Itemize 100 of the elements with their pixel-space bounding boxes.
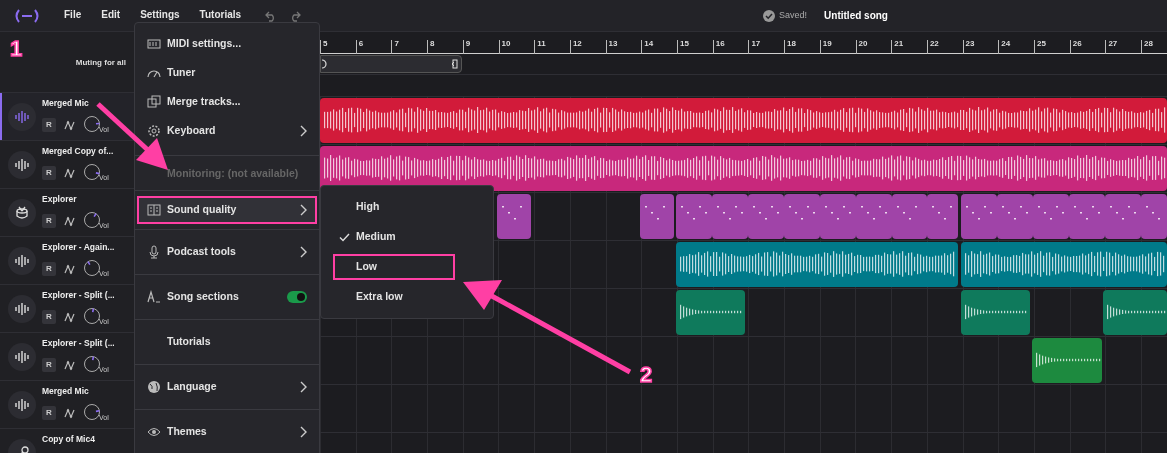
midi-notes-drawing — [1038, 206, 1064, 220]
waveform-icon — [15, 303, 29, 315]
bar-number: 19 — [822, 40, 832, 50]
automation-button[interactable] — [64, 214, 76, 228]
menu-item[interactable]: Tuner — [137, 58, 317, 87]
audio-clip[interactable] — [1032, 338, 1102, 383]
midi-notes-drawing — [825, 206, 851, 220]
track-icon-button[interactable] — [8, 103, 36, 131]
automation-button[interactable] — [64, 310, 76, 324]
bar-number: 20 — [858, 40, 868, 50]
midi-notes-drawing — [1074, 206, 1100, 220]
bar-number: 23 — [965, 40, 975, 50]
bar-number: 15 — [680, 40, 689, 50]
bar-number: 18 — [787, 40, 796, 50]
audio-clip[interactable] — [640, 194, 674, 239]
bar-number: 11 — [537, 40, 546, 50]
automation-button[interactable] — [64, 166, 76, 180]
menu-item[interactable]: Keyboard — [137, 116, 317, 145]
menu-item[interactable]: Merge tracks... — [137, 87, 317, 116]
track-name[interactable]: Explorer — [42, 193, 130, 205]
audio-clip[interactable] — [497, 194, 531, 239]
midi-notes-drawing — [1002, 206, 1028, 220]
bar-number: 16 — [715, 40, 725, 50]
menu-item[interactable]: Tutorials — [137, 325, 317, 359]
track-icon-button[interactable] — [8, 343, 36, 371]
record-button[interactable]: R — [42, 118, 56, 132]
menu-button[interactable]: Edit — [91, 7, 131, 22]
waveform-icon — [15, 351, 29, 363]
audio-clip[interactable] — [961, 290, 1030, 335]
track-name[interactable]: Merged Mic — [42, 97, 130, 109]
track-icon-button[interactable] — [8, 391, 36, 419]
bar-number: 17 — [751, 40, 761, 50]
save-status: Saved! — [779, 8, 808, 22]
midi-notes-drawing — [1110, 206, 1136, 220]
menu-item[interactable]: Language — [137, 370, 317, 404]
menu-button[interactable]: Settings — [130, 7, 190, 22]
track-icon-button[interactable] — [8, 151, 36, 179]
bar-number: 6 — [358, 40, 364, 50]
step-number: 2 — [640, 364, 653, 386]
menu-button[interactable]: Tutorials — [189, 7, 252, 22]
menu-item[interactable]: Medium — [333, 224, 455, 250]
bar-number: 22 — [929, 40, 939, 50]
menu-item[interactable]: Sound quality — [137, 196, 317, 224]
bar-number: 13 — [608, 40, 618, 50]
track-name[interactable]: Merged Copy of... — [42, 145, 130, 157]
midi-notes-drawing — [789, 206, 815, 220]
bar-number: 25 — [1037, 40, 1046, 50]
menu-item[interactable]: MIDI settings... — [137, 29, 317, 58]
menu-item[interactable]: Extra low — [333, 284, 455, 310]
toggle-switch[interactable] — [287, 291, 307, 303]
track-icon-button[interactable] — [8, 247, 36, 275]
record-button[interactable]: R — [42, 406, 56, 420]
record-button[interactable]: R — [42, 358, 56, 372]
audio-clip[interactable] — [927, 194, 958, 239]
track-icon-button[interactable] — [8, 199, 36, 227]
automation-button[interactable] — [64, 406, 76, 420]
track-name[interactable]: Explorer - Split (... — [42, 289, 130, 301]
menu-item[interactable]: Themes — [137, 415, 317, 449]
drum-icon — [15, 206, 29, 220]
audio-clip[interactable] — [1103, 290, 1167, 335]
audio-clip[interactable] — [676, 290, 745, 335]
menu-item[interactable]: High — [333, 194, 455, 220]
loop-end-icon — [450, 59, 458, 69]
audio-clip[interactable] — [676, 194, 712, 239]
record-button[interactable]: R — [42, 310, 56, 324]
waveform-icon — [15, 111, 29, 123]
annotation-arrow — [96, 102, 168, 170]
automation-icon — [64, 215, 75, 227]
automation-button[interactable] — [64, 118, 76, 132]
bar-number: 21 — [894, 40, 904, 50]
menu-item[interactable]: Low — [333, 254, 455, 280]
menu-item[interactable]: Song sections — [137, 280, 317, 314]
record-button[interactable]: R — [42, 214, 56, 228]
track-name[interactable]: Explorer - Split (... — [42, 337, 130, 349]
audio-clip[interactable] — [1141, 194, 1167, 239]
bar-number: 12 — [572, 40, 582, 50]
bar-number: 5 — [323, 40, 328, 50]
timeline-ruler[interactable]: 5 6 7 8 9 10 11 12 13 14 15 16 17 18 19 20 21 22 23 24 25 26 27 28 — [320, 36, 1167, 54]
bar-number: 24 — [1001, 40, 1011, 50]
track-icon-button[interactable] — [8, 295, 36, 323]
settings-icon — [147, 123, 161, 138]
track-name[interactable]: Explorer - Again... — [42, 241, 130, 253]
menu-button[interactable]: File — [54, 7, 92, 22]
waveform-icon — [15, 399, 29, 411]
midi-notes-drawing — [753, 206, 779, 220]
audio-clip[interactable] — [961, 194, 997, 239]
record-button[interactable]: R — [42, 262, 56, 276]
menu-item[interactable]: Podcast tools — [137, 235, 317, 269]
loop-region[interactable] — [320, 55, 462, 73]
microphone-icon — [147, 245, 161, 259]
automation-button[interactable] — [64, 262, 76, 276]
automation-icon — [64, 359, 75, 371]
bar-number: 8 — [430, 40, 435, 50]
track-name[interactable]: Merged Mic — [42, 385, 130, 397]
song-title: Untitled song — [824, 9, 888, 23]
automation-button[interactable] — [64, 358, 76, 372]
waveform-icon — [15, 255, 29, 267]
track-name[interactable]: Copy of Mic4 — [42, 433, 130, 445]
record-button[interactable]: R — [42, 166, 56, 180]
automation-icon — [64, 311, 75, 323]
